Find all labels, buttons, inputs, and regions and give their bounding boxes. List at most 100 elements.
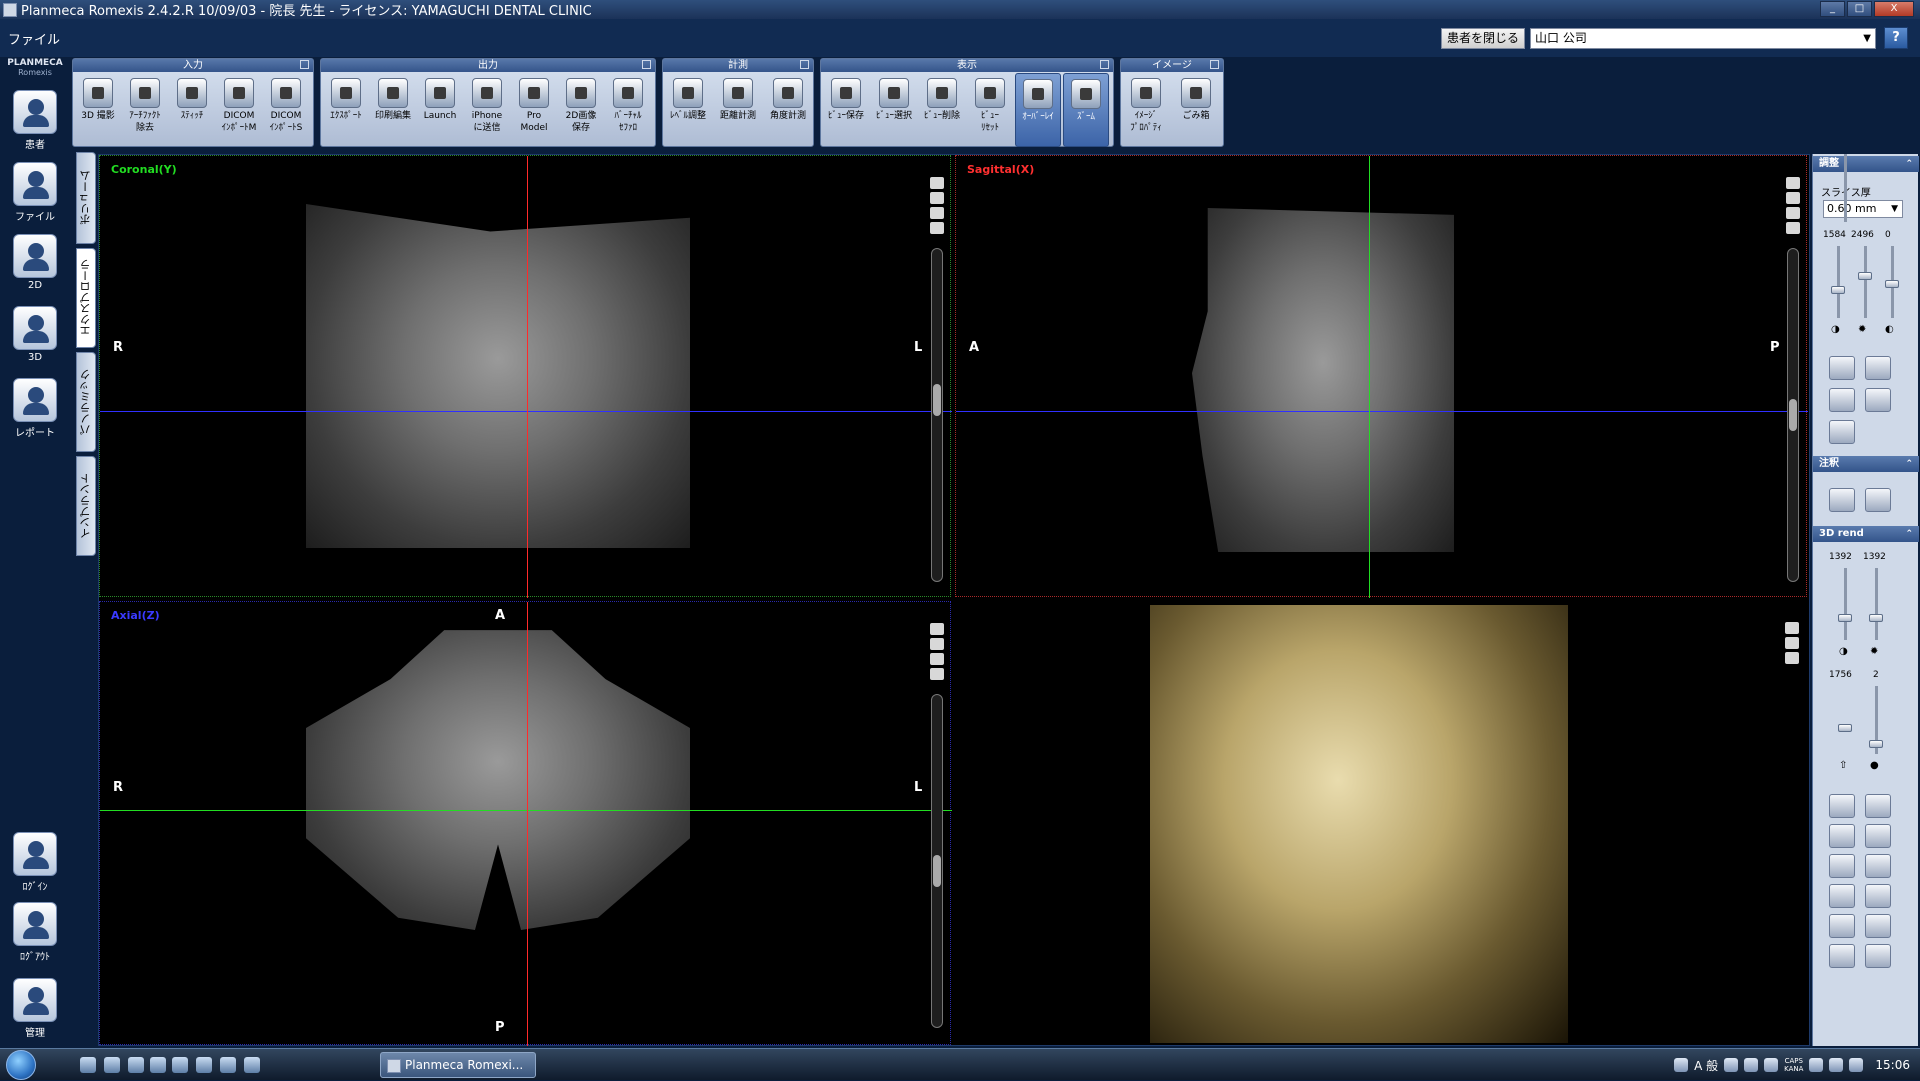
tool-level-adjust[interactable]: ﾚﾍﾞﾙ調整 xyxy=(665,73,711,147)
box-icon[interactable] xyxy=(1865,884,1891,908)
render-slider-2[interactable] xyxy=(1875,568,1878,640)
window-slider[interactable] xyxy=(1837,246,1840,318)
close-patient-button[interactable]: 患者を閉じる xyxy=(1441,28,1525,49)
pin-icon[interactable] xyxy=(1210,60,1219,69)
tool-view-reset[interactable]: ﾋﾞｭｰ ﾘｾｯﾄ xyxy=(967,73,1013,147)
clock[interactable]: 15:06 xyxy=(1875,1058,1910,1072)
nav-patients[interactable]: 患者 xyxy=(12,90,58,151)
show-desktop-icon[interactable] xyxy=(80,1057,96,1073)
render-slider-knob[interactable] xyxy=(1838,724,1852,732)
slice-scrollbar[interactable] xyxy=(931,248,943,582)
tool-dicom-import-m[interactable]: DICOM ｲﾝﾎﾟｰﾄM xyxy=(216,73,262,147)
text-annotation-icon[interactable] xyxy=(1829,488,1855,512)
tray-help-icon[interactable] xyxy=(1764,1058,1779,1072)
collapse-icon[interactable]: ⌃ xyxy=(1905,156,1913,172)
maximize-icon[interactable] xyxy=(1786,177,1800,189)
pin-icon[interactable] xyxy=(642,60,651,69)
mirror-icon[interactable] xyxy=(930,638,944,650)
link-icon[interactable] xyxy=(1786,222,1800,234)
menu-file[interactable]: ファイル xyxy=(8,29,60,48)
adjust-header[interactable]: 調整 ⌃ xyxy=(1813,156,1919,172)
paint-icon[interactable] xyxy=(220,1057,236,1073)
collapse-icon[interactable]: ⌃ xyxy=(1905,456,1913,472)
link-icon[interactable] xyxy=(1785,652,1799,664)
tool-pro-model[interactable]: Pro Model xyxy=(511,73,557,147)
firefox-icon[interactable] xyxy=(196,1057,212,1073)
tab-volume[interactable]: ボリューム xyxy=(76,152,96,244)
viewport-coronal[interactable]: Coronal(Y) R L xyxy=(99,155,952,598)
tool-virtual-ceph[interactable]: ﾊﾞｰﾁｬﾙ ｾﾌｧﾛ xyxy=(605,73,651,147)
render-preset-icon[interactable] xyxy=(1829,794,1855,818)
nav-2d[interactable]: 2D xyxy=(12,234,58,294)
sagittal-crosshair[interactable] xyxy=(527,602,528,1046)
cube-icon[interactable] xyxy=(1829,914,1855,938)
nav-login[interactable]: ﾛｸﾞｲﾝ xyxy=(12,832,58,893)
render-header[interactable]: 3D rend ⌃ xyxy=(1813,526,1919,542)
level-slider-knob[interactable] xyxy=(1858,272,1872,280)
maximize-button[interactable]: □ xyxy=(1847,1,1872,17)
gamma-slider-knob[interactable] xyxy=(1885,280,1899,288)
hand-icon[interactable] xyxy=(1829,420,1855,444)
tab-panoramic[interactable]: パノラミック xyxy=(76,352,96,452)
nav-3d[interactable]: 3D xyxy=(12,306,58,366)
tool-launch[interactable]: Launch xyxy=(417,73,463,147)
scroll-thumb[interactable] xyxy=(933,855,941,887)
tray-security-icon[interactable] xyxy=(1809,1058,1824,1072)
clip-green-icon[interactable] xyxy=(1829,854,1855,878)
pin-icon[interactable] xyxy=(300,60,309,69)
layers-icon[interactable] xyxy=(1829,944,1855,968)
axial-crosshair[interactable] xyxy=(956,411,1808,412)
scroll-thumb[interactable] xyxy=(933,384,941,416)
tool-angle[interactable]: 角度計測 xyxy=(765,73,811,147)
coronal-crosshair[interactable] xyxy=(1369,156,1370,598)
nav-file[interactable]: ファイル xyxy=(12,162,58,223)
render-slider-3[interactable] xyxy=(1844,154,1847,222)
annotation-header[interactable]: 注釈 ⌃ xyxy=(1813,456,1919,472)
tray-alert-icon[interactable] xyxy=(1674,1058,1689,1072)
patient-select[interactable]: 山口 公司 ▼ xyxy=(1530,28,1876,49)
viewport-sagittal[interactable]: Sagittal(X) A P xyxy=(955,155,1808,598)
tool-distance[interactable]: 距離計測 xyxy=(715,73,761,147)
tool-zoom[interactable]: ｽﾞｰﾑ xyxy=(1063,73,1109,147)
tool-stitch[interactable]: ｽﾃｨｯﾁ xyxy=(169,73,215,147)
tray-tool-icon[interactable] xyxy=(1744,1058,1759,1072)
slice-thickness-select[interactable]: 0.60 mm ▼ xyxy=(1823,200,1903,218)
pin-icon[interactable] xyxy=(800,60,809,69)
clip-plane-icon[interactable] xyxy=(1829,824,1855,848)
clip-red-icon[interactable] xyxy=(1865,824,1891,848)
sharpen-icon[interactable] xyxy=(1865,356,1891,380)
camera-icon[interactable] xyxy=(1786,207,1800,219)
tool-dicom-import-s[interactable]: DICOM ｲﾝﾎﾟｰﾄS xyxy=(263,73,309,147)
tool-view-select[interactable]: ﾋﾞｭｰ選択 xyxy=(871,73,917,147)
tray-network-icon[interactable] xyxy=(1829,1058,1844,1072)
minimize-button[interactable]: _ xyxy=(1820,1,1845,17)
measure-3d-icon[interactable] xyxy=(1865,944,1891,968)
ime-indicator[interactable]: A 般 xyxy=(1694,1057,1718,1074)
link-icon[interactable] xyxy=(930,668,944,680)
help-button[interactable]: ? xyxy=(1884,27,1908,49)
chrome-icon[interactable] xyxy=(172,1057,188,1073)
nav-logout[interactable]: ﾛｸﾞｱｳﾄ xyxy=(12,902,58,963)
start-button[interactable] xyxy=(6,1050,36,1080)
media-icon[interactable] xyxy=(150,1057,166,1073)
close-button[interactable]: X xyxy=(1874,1,1914,17)
mirror-icon[interactable] xyxy=(1786,192,1800,204)
tool-artifact-removal[interactable]: ｱｰﾁﾌｧｸﾄ 除去 xyxy=(122,73,168,147)
clip-blue-icon[interactable] xyxy=(1865,854,1891,878)
camera-icon[interactable] xyxy=(930,653,944,665)
level-slider[interactable] xyxy=(1864,246,1867,318)
tool-view-delete[interactable]: ﾋﾞｭｰ削除 xyxy=(919,73,965,147)
tool-save-2d[interactable]: 2D画像 保存 xyxy=(558,73,604,147)
tool-export[interactable]: ｴｸｽﾎﾟｰﾄ xyxy=(323,73,369,147)
slice-scrollbar[interactable] xyxy=(1787,248,1799,582)
nav-report[interactable]: レポート xyxy=(12,378,58,439)
maximize-icon[interactable] xyxy=(930,623,944,635)
tab-explorer[interactable]: エクスプローラ xyxy=(76,248,96,348)
pin-icon[interactable] xyxy=(1100,60,1109,69)
taskbar-item-romexis[interactable]: Planmeca Romexi... xyxy=(380,1052,536,1078)
coronal-crosshair[interactable] xyxy=(100,810,952,811)
mirror-icon[interactable] xyxy=(930,192,944,204)
invert-icon[interactable] xyxy=(1865,388,1891,412)
nav-admin[interactable]: 管理 xyxy=(12,978,58,1039)
tool-3d-capture[interactable]: 3D 撮影 xyxy=(75,73,121,147)
